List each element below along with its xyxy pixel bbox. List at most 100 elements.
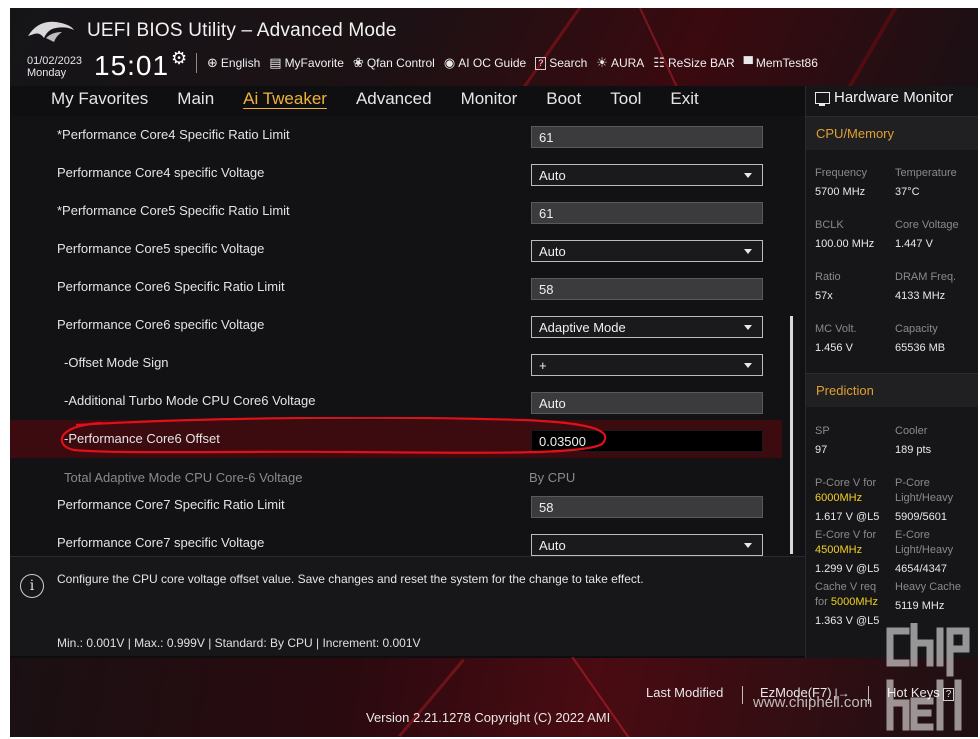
- tab-tool[interactable]: Tool: [610, 89, 641, 109]
- language-button[interactable]: ⊕ English: [207, 55, 260, 71]
- search-button[interactable]: ? Search: [535, 56, 587, 70]
- setting-row[interactable]: Performance Core4 specific Voltage Auto: [10, 154, 782, 192]
- setting-row[interactable]: Performance Core5 specific Voltage Auto: [10, 230, 782, 268]
- setting-row[interactable]: -Additional Turbo Mode CPU Core6 Voltage…: [10, 382, 782, 420]
- ecore-v-label: E-Core V for: [815, 529, 877, 541]
- resize-bar-icon: ☷: [653, 55, 665, 70]
- tab-my-favorites[interactable]: My Favorites: [51, 89, 148, 109]
- qfan-control-button[interactable]: ❀ Qfan Control: [353, 55, 435, 71]
- setting-label: Performance Core7 specific Voltage: [57, 535, 265, 550]
- dropdown-value: Auto: [539, 538, 566, 553]
- setting-row[interactable]: Performance Core6 specific Voltage Adapt…: [10, 306, 782, 344]
- cpu-memory-section: CPU/Memory: [806, 116, 978, 150]
- section-heading: CPU/Memory: [816, 126, 895, 141]
- ecore-lh-value: 4654/4347: [895, 563, 947, 575]
- myfavorite-button[interactable]: ▤ MyFavorite: [269, 55, 344, 71]
- ecore-v-freq: 4500MHz: [815, 544, 863, 556]
- tab-monitor[interactable]: Monitor: [461, 89, 518, 109]
- gear-icon[interactable]: ⚙: [171, 48, 187, 69]
- tab-ai-tweaker[interactable]: Ai Tweaker: [243, 89, 327, 109]
- chevron-down-icon: [744, 249, 752, 254]
- setting-row[interactable]: *Performance Core5 Specific Ratio Limit …: [10, 192, 782, 230]
- setting-input[interactable]: 61: [531, 202, 763, 224]
- frequency-label: Frequency: [815, 167, 867, 179]
- setting-dropdown[interactable]: Auto: [531, 240, 763, 262]
- rog-logo-icon: [28, 21, 74, 42]
- toolbar: ⊕ English ▤ MyFavorite ❀ Qfan Control ◉ …: [207, 53, 827, 73]
- dropdown-value: Adaptive Mode: [539, 320, 626, 335]
- setting-dropdown[interactable]: +: [531, 354, 763, 376]
- pcore-lh-sublabel: Light/Heavy: [895, 492, 954, 504]
- chevron-down-icon: [744, 543, 752, 548]
- memtest86-button[interactable]: ▀ MemTest86: [744, 56, 818, 71]
- version-text: Version 2.21.1278 Copyright (C) 2022 AMI: [366, 710, 611, 725]
- setting-row[interactable]: *Performance Core4 Specific Ratio Limit …: [10, 116, 782, 154]
- qfan-control-label: Qfan Control: [366, 56, 435, 70]
- setting-label: -Additional Turbo Mode CPU Core6 Voltage: [64, 393, 316, 408]
- ecore-lh-label: E-Core: [895, 529, 930, 541]
- setting-row-readonly: Total Adaptive Mode CPU Core-6 Voltage B…: [10, 458, 782, 486]
- myfavorite-label: MyFavorite: [284, 56, 344, 70]
- tab-exit[interactable]: Exit: [670, 89, 698, 109]
- setting-dropdown[interactable]: Auto: [531, 534, 763, 556]
- dropdown-value: +: [539, 358, 547, 373]
- cache-v-value: 1.363 V @L5: [815, 615, 880, 627]
- tab-boot[interactable]: Boot: [546, 89, 581, 109]
- setting-row-selected[interactable]: -Performance Core6 Offset 0.03500: [10, 420, 782, 458]
- setting-row[interactable]: Performance Core6 Specific Ratio Limit 5…: [10, 268, 782, 306]
- value-limits: Min.: 0.001V | Max.: 0.999V | Standard: …: [57, 636, 421, 650]
- setting-input[interactable]: 58: [531, 496, 763, 518]
- resize-bar-label: ReSize BAR: [667, 56, 735, 70]
- hardware-monitor-label: Hardware Monitor: [834, 89, 954, 106]
- chevron-down-icon: [744, 173, 752, 178]
- divider: [196, 53, 197, 73]
- resize-bar-button[interactable]: ☷ ReSize BAR: [653, 55, 734, 71]
- setting-label: *Performance Core4 Specific Ratio Limit: [57, 127, 290, 142]
- setting-label: Performance Core7 Specific Ratio Limit: [57, 497, 285, 512]
- setting-input[interactable]: 58: [531, 278, 763, 300]
- setting-label: -Offset Mode Sign: [64, 355, 169, 370]
- aura-label: AURA: [610, 56, 645, 70]
- ai-oc-icon: ◉: [443, 55, 456, 70]
- ai-oc-guide-button[interactable]: ◉ AI OC Guide: [444, 55, 526, 71]
- capacity-label: Capacity: [895, 323, 938, 335]
- scrollbar[interactable]: [790, 316, 793, 554]
- tab-advanced[interactable]: Advanced: [356, 89, 432, 109]
- setting-label: Performance Core6 specific Voltage: [57, 317, 265, 332]
- aura-icon: ☀: [596, 55, 608, 70]
- cache-v-label: Cache V req: [815, 581, 877, 593]
- cooler-value: 189 pts: [895, 444, 932, 456]
- prediction-section: Prediction: [806, 373, 978, 407]
- setting-input[interactable]: Auto: [531, 392, 763, 414]
- ratio-value: 57x: [815, 290, 833, 302]
- fan-icon: ❀: [352, 55, 364, 70]
- setting-input[interactable]: 61: [531, 126, 763, 148]
- sp-label: SP: [815, 425, 830, 437]
- last-modified-button[interactable]: Last Modified: [646, 685, 723, 700]
- tab-main[interactable]: Main: [177, 89, 214, 109]
- aura-button[interactable]: ☀ AURA: [596, 55, 644, 71]
- bclk-label: BCLK: [815, 219, 844, 231]
- setting-dropdown[interactable]: Adaptive Mode: [531, 316, 763, 338]
- tab-list: My Favorites Main Ai Tweaker Advanced Mo…: [51, 89, 728, 109]
- core6-offset-input[interactable]: 0.03500: [531, 430, 763, 452]
- myfavorite-icon: ▤: [269, 55, 282, 70]
- cache-v-for: for: [815, 596, 828, 608]
- weekday: Monday: [27, 67, 67, 79]
- heavy-cache-value: 5119 MHz: [895, 600, 945, 612]
- help-description: Configure the CPU core voltage offset va…: [57, 572, 644, 586]
- setting-row[interactable]: -Offset Mode Sign +: [10, 344, 782, 382]
- dram-freq-value: 4133 MHz: [895, 290, 946, 302]
- hardware-monitor-title: Hardware Monitor: [815, 89, 953, 106]
- dram-freq-label: DRAM Freq.: [895, 271, 957, 283]
- hardware-monitor-panel: Hardware Monitor CPU/Memory Frequency Te…: [805, 86, 978, 658]
- ai-oc-guide-label: AI OC Guide: [458, 56, 527, 70]
- heavy-cache-label: Heavy Cache: [895, 581, 962, 593]
- setting-dropdown[interactable]: Auto: [531, 164, 763, 186]
- pcore-v-value: 1.617 V @L5: [815, 511, 880, 523]
- pcore-lh-value: 5909/5601: [895, 511, 947, 523]
- memtest86-label: MemTest86: [755, 56, 818, 70]
- date: 01/02/2023: [27, 55, 83, 67]
- setting-row[interactable]: Performance Core7 Specific Ratio Limit 5…: [10, 486, 782, 524]
- setting-label: *Performance Core5 Specific Ratio Limit: [57, 203, 290, 218]
